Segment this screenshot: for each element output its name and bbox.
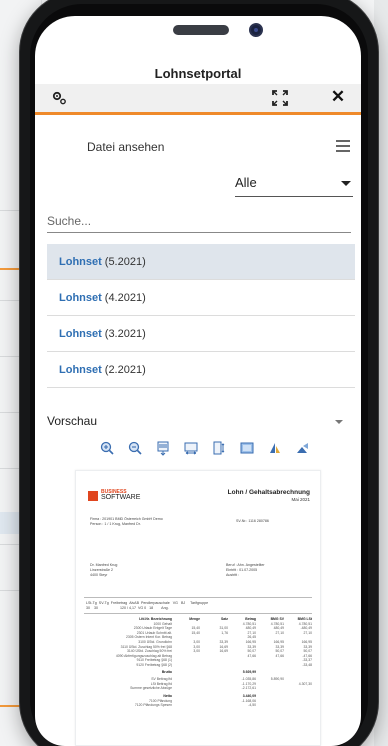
accent-divider	[35, 112, 361, 115]
expand-icon[interactable]	[271, 89, 289, 107]
document-heading: Lohn / Gehaltsabrechnung	[227, 489, 310, 496]
list-item[interactable]: Lohnset (5.2021)	[47, 244, 355, 280]
preview-heading[interactable]: Vorschau	[47, 414, 97, 428]
search-input[interactable]: Suche...	[47, 209, 351, 233]
phone-speaker	[173, 25, 229, 35]
list-item[interactable]: Lohnset (4.2021)	[47, 280, 355, 316]
fit-page-icon[interactable]	[155, 440, 171, 456]
preview-toolbar	[99, 440, 319, 458]
zoom-in-icon[interactable]	[99, 440, 115, 456]
phone-camera	[249, 23, 263, 37]
chevron-down-icon[interactable]	[335, 420, 343, 424]
document-month: Mai 2021	[291, 497, 310, 502]
page-split-icon[interactable]	[211, 440, 227, 456]
fullscreen-icon[interactable]	[239, 440, 255, 456]
top-toolbar: ✕	[35, 84, 361, 112]
list-item[interactable]: Lohnset (2.2021)	[47, 352, 355, 388]
phone-frame: Lohnsetportal ✕ Datei ansehen Alle Suche…	[20, 0, 378, 746]
fit-width-icon[interactable]	[183, 440, 199, 456]
chevron-down-icon	[341, 181, 351, 186]
hamburger-icon[interactable]	[336, 140, 350, 152]
rotate-right-icon[interactable]	[295, 440, 311, 456]
app-title: Lohnsetportal	[154, 66, 242, 81]
document-preview[interactable]: BUSINESS SOFTWARE Lohn / Gehaltsabrechnu…	[75, 470, 321, 746]
rotate-left-icon[interactable]	[267, 440, 283, 456]
panel-title: Datei ansehen	[87, 140, 165, 154]
list-item[interactable]: Lohnset (3.2021)	[47, 316, 355, 352]
app-screen: Lohnsetportal ✕ Datei ansehen Alle Suche…	[35, 16, 361, 746]
close-icon[interactable]: ✕	[329, 88, 347, 106]
zoom-out-icon[interactable]	[127, 440, 143, 456]
file-list: Lohnset (5.2021) Lohnset (4.2021) Lohnse…	[47, 244, 355, 388]
settings-icon[interactable]	[51, 90, 67, 106]
filter-value: Alle	[235, 175, 257, 190]
filter-select[interactable]: Alle	[235, 171, 353, 197]
document-table: Lfd.Nr. Bezeichnung Menge Satz Betrag BMG SV…	[115, 617, 312, 708]
